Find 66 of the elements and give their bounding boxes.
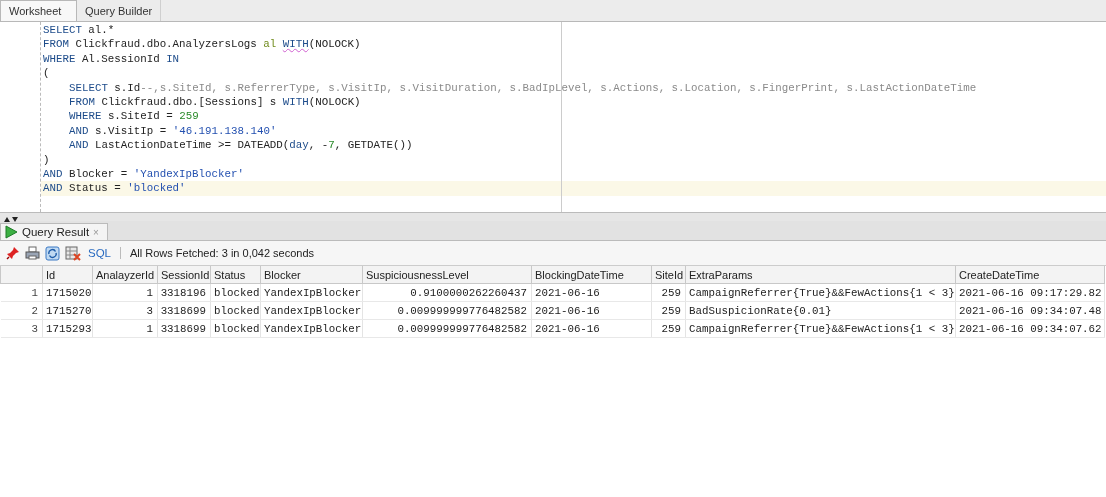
fetch-status: All Rows Fetched: 3 in 0,042 seconds	[130, 247, 315, 259]
column-header[interactable]: SessionId	[157, 266, 211, 284]
tab-label: Query Result	[22, 226, 90, 238]
table-cell: 1715020	[42, 283, 93, 302]
table-cell: 0.009999999776482582	[362, 319, 532, 338]
table-cell: 3318699	[157, 319, 211, 338]
column-header[interactable]: BlockingDateTime	[531, 266, 652, 284]
query-result-tab[interactable]: Query Result ×	[0, 223, 108, 240]
column-header[interactable]: Status	[210, 266, 261, 284]
table-cell: 3	[92, 301, 158, 320]
code-line: WHERE s.SiteId = 259	[68, 109, 200, 124]
code-line: SELECT al.*	[42, 23, 116, 38]
table-cell: CampaignReferrer{True}&&FewActions{1 < 3}	[685, 283, 956, 302]
row-number: 2	[0, 301, 43, 320]
code-line: (	[42, 66, 51, 81]
tab[interactable]: Worksheet	[0, 0, 77, 21]
code-line: FROM Clickfraud.dbo.AnalyzersLogs al WITH(NOLOCK)	[42, 37, 362, 52]
table-cell: blocked	[210, 301, 261, 320]
table-cell: 2021-06-16	[531, 301, 652, 320]
tab[interactable]: Query Builder	[77, 0, 162, 21]
row-number: 3	[0, 319, 43, 338]
column-header[interactable]: AnalayzerId	[92, 266, 158, 284]
code-line: AND Blocker = 'YandexIpBlocker'	[42, 166, 245, 182]
table-cell: 2021-06-16	[531, 319, 652, 338]
table-cell: CampaignReferrer{True}&&FewActions{1 < 3}	[685, 319, 956, 338]
table-cell: 1715293	[42, 319, 93, 338]
print-icon[interactable]	[25, 246, 40, 260]
collapse-arrows-icon[interactable]	[3, 216, 19, 223]
table-cell: 259	[651, 301, 686, 320]
table-cell: YandexIpBlocker	[260, 301, 363, 320]
column-header[interactable]: SiteId	[651, 266, 686, 284]
code-line: AND s.VisitIp = '46.191.138.140'	[68, 123, 278, 139]
table-cell: blocked	[210, 319, 261, 338]
column-header[interactable]: Id	[42, 266, 93, 284]
table-cell: 0.009999999776482582	[362, 301, 532, 320]
code-line: FROM Clickfraud.dbo.[Sessions] s WITH(NOLOCK)	[68, 94, 362, 110]
column-header[interactable]: SuspiciousnessLevel	[362, 266, 532, 284]
table-cell: blocked	[210, 283, 261, 302]
code-line: )	[42, 152, 51, 167]
column-header[interactable]: CreateDateTime	[955, 266, 1105, 284]
run-icon	[4, 225, 18, 239]
refresh-icon[interactable]	[45, 245, 60, 261]
column-header[interactable]: ExtraParams	[685, 266, 956, 284]
table-cell: 1	[92, 283, 158, 302]
table-cell: 1715270	[42, 301, 93, 320]
table-cell: 1	[92, 319, 158, 338]
code-line: SELECT s.Id--,s.SiteId, s.ReferrerType, s.VisitIp, s.VisitDuration, s.BadIpLevel, s.Actions, s.Location, s.FingerPrint, s.LastActionDateTime	[68, 80, 978, 95]
table-cell: 2021-06-16	[531, 283, 652, 302]
pin-icon[interactable]	[6, 246, 20, 260]
table-cell: 3318699	[157, 301, 211, 320]
table-cell: YandexIpBlocker	[260, 283, 363, 302]
code-line: WHERE Al.SessionId IN	[42, 51, 181, 67]
table-cell: 2021-06-16 09:17:29.82	[955, 283, 1105, 302]
table-cell: YandexIpBlocker	[260, 319, 363, 338]
row-number: 1	[0, 283, 43, 302]
column-header[interactable]: Blocker	[260, 266, 363, 284]
table-cell: 259	[651, 319, 686, 338]
table-cell: BadSuspicionRate{0.01}	[685, 301, 956, 320]
table-cell: 2021-06-16 09:34:07.62	[955, 319, 1105, 338]
delete-table-icon[interactable]	[65, 245, 81, 261]
sql-link[interactable]: SQL	[88, 247, 111, 259]
table-cell: 3318196	[157, 283, 211, 302]
table-cell: 2021-06-16 09:34:07.48	[955, 301, 1105, 320]
code-line: AND LastActionDateTime >= DATEADD(day, -7, GETDATE())	[68, 138, 414, 153]
table-cell: 0.9100000262260437	[362, 283, 532, 302]
table-cell: 259	[651, 283, 686, 302]
